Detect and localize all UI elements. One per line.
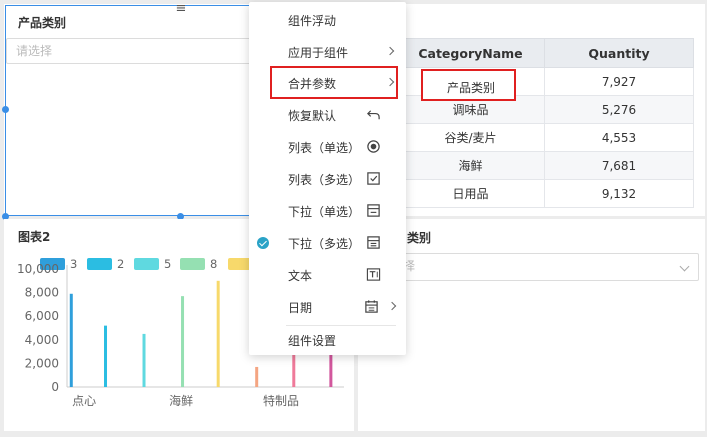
bar (104, 325, 108, 387)
dropdown-multi-icon (367, 236, 380, 249)
menu-item-float[interactable]: 组件浮动 (249, 5, 406, 35)
menu-item-date[interactable]: 日期 (249, 292, 406, 322)
data-table: CategoryName Quantity 7,927 调味品 5,276 谷类… (396, 38, 694, 208)
y-tick-label: 10,000 (17, 262, 59, 276)
table-cell-category: 日用品 (396, 179, 545, 208)
menu-item-label: 列表（单选） (288, 141, 361, 155)
menu-item-label: 下拉（单选） (288, 205, 361, 219)
table-cell-quantity: 9,132 (544, 179, 694, 208)
filter2-panel[interactable]: 类别 择 (358, 219, 705, 431)
y-tick-label: 4,000 (25, 333, 59, 347)
bar (69, 293, 73, 387)
calendar-icon (365, 300, 378, 313)
bar (216, 280, 220, 387)
table-row: 日用品 9,132 (396, 179, 694, 208)
chevron-right-icon (387, 301, 397, 311)
menu-item-text[interactable]: 文本 (249, 260, 406, 290)
menu-item-component-settings[interactable]: 组件设置 (249, 325, 406, 355)
menu-item-label: 下拉（多选） (288, 237, 361, 251)
dropdown-single-icon (367, 204, 380, 217)
undo-icon (367, 110, 380, 120)
bar (181, 296, 185, 387)
y-tick-label: 8,000 (25, 286, 59, 300)
checkbox-icon (367, 172, 380, 185)
table-header-row: CategoryName Quantity (396, 38, 694, 68)
filter-title: 产品类别 (18, 16, 67, 30)
menu-item-label: 日期 (288, 301, 313, 315)
table-cell-quantity: 7,681 (544, 151, 694, 180)
chevron-down-icon (679, 261, 690, 272)
table-cell-quantity: 5,276 (544, 95, 694, 124)
tooltip-text: 产品类别 (447, 81, 496, 95)
filter2-select-input[interactable]: 择 (364, 253, 699, 281)
menu-item-list-single[interactable]: 列表（单选） (249, 132, 406, 162)
context-menu: 组件浮动 应用于组件 合并参数 恢复默认 列表（单选） 列表（多选） 下拉（单选… (249, 2, 406, 355)
bar (142, 333, 146, 387)
menu-item-restore-default[interactable]: 恢复默认 (249, 100, 406, 130)
table-cell-category: 谷类/麦片 (396, 123, 545, 152)
menu-item-label: 恢复默认 (288, 109, 337, 123)
table-row: 谷类/麦片 4,553 (396, 123, 694, 152)
menu-item-label: 组件设置 (288, 334, 337, 348)
table-row: 海鲜 7,681 (396, 151, 694, 180)
x-tick-label: 点心 (72, 394, 96, 408)
x-tick-label: 特制品 (263, 393, 299, 408)
highlight-merge-params (270, 66, 398, 99)
checkmark-icon (257, 237, 269, 249)
menu-item-dropdown-single[interactable]: 下拉（单选） (249, 196, 406, 226)
table-cell-category: 海鲜 (396, 151, 545, 180)
menu-item-label: 应用于组件 (288, 46, 349, 60)
drag-handle-icon[interactable]: ≡ (174, 2, 188, 15)
column-header-categoryname[interactable]: CategoryName (396, 38, 545, 68)
y-tick-label: 0 (51, 380, 59, 394)
table-cell-quantity: 4,553 (544, 123, 694, 152)
table-panel: CategoryName Quantity 7,927 调味品 5,276 谷类… (358, 4, 705, 216)
y-tick-label: 2,000 (25, 356, 59, 370)
menu-item-dropdown-multi[interactable]: 下拉（多选） (249, 228, 406, 258)
bar (255, 366, 259, 387)
menu-item-label: 组件浮动 (288, 14, 337, 28)
chevron-right-icon (385, 46, 395, 56)
radio-icon (367, 140, 380, 153)
resize-handle-left[interactable] (2, 106, 9, 113)
column-header-quantity[interactable]: Quantity (544, 38, 694, 68)
table-cell-quantity: 7,927 (544, 67, 694, 96)
y-tick-label: 6,000 (25, 309, 59, 323)
menu-item-label: 列表（多选） (288, 173, 361, 187)
menu-item-list-multi[interactable]: 列表（多选） (249, 164, 406, 194)
merged-param-tooltip: 产品类别 (421, 69, 516, 101)
x-tick-label: 海鲜 (169, 393, 193, 408)
menu-item-apply-to[interactable]: 应用于组件 (249, 37, 406, 67)
filter2-title: 类别 (407, 231, 432, 245)
menu-item-label: 文本 (288, 269, 313, 283)
text-icon (366, 268, 381, 281)
